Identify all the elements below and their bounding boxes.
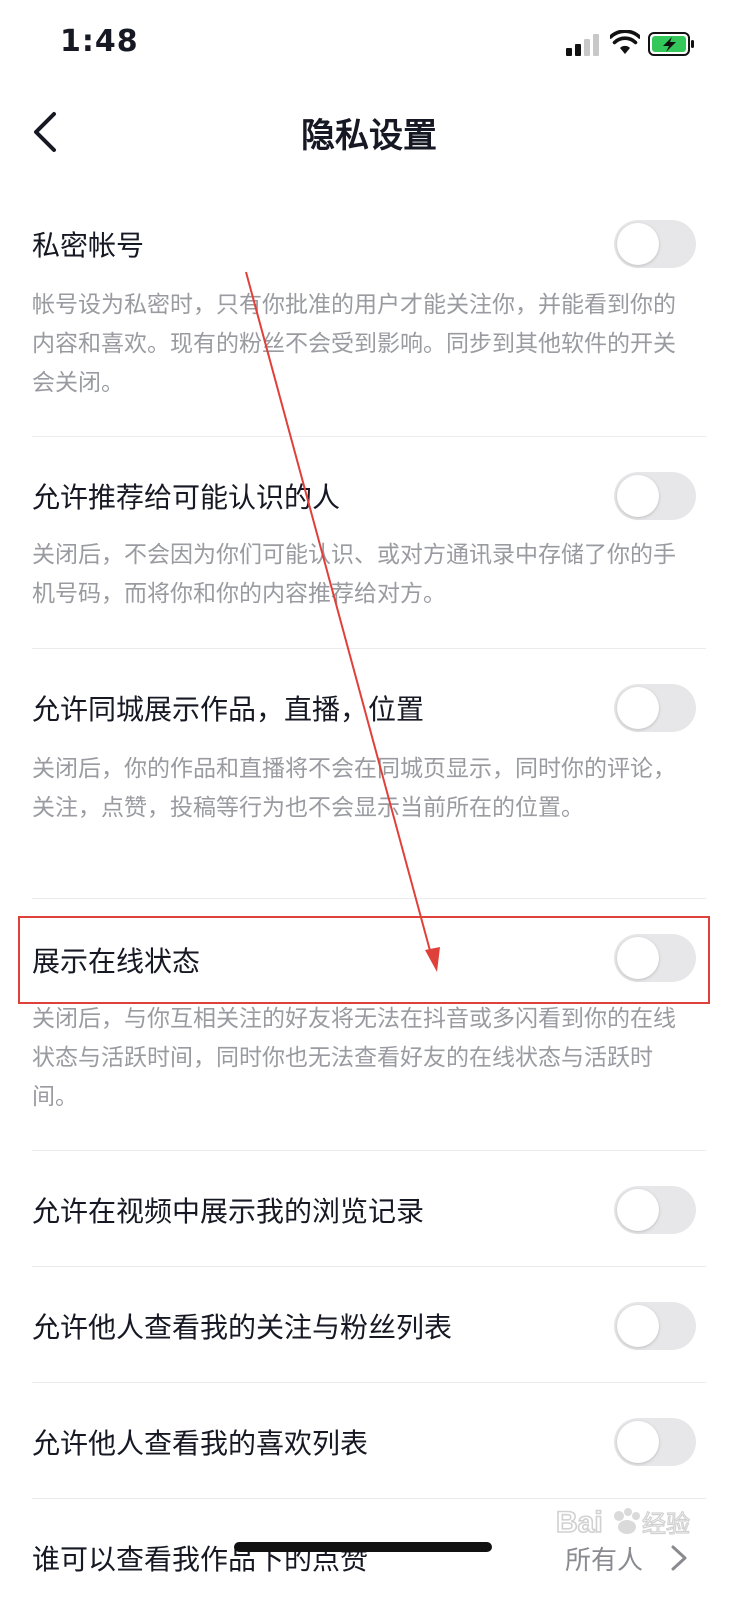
setting-title: 私密帐号: [32, 229, 145, 262]
toggle-knob: [617, 1305, 659, 1347]
toggle-knob: [617, 1421, 659, 1463]
toggle-knob: [617, 223, 659, 265]
setting-title: 允许他人查看我的关注与粉丝列表: [32, 1311, 453, 1344]
svg-text:Bai: Bai: [556, 1506, 603, 1539]
nav-bar: 隐私设置: [0, 92, 738, 172]
battery-charging-icon: [648, 32, 694, 56]
toggle-knob: [617, 687, 659, 729]
home-indicator: [234, 1542, 492, 1552]
divider: [32, 1150, 706, 1151]
divider: [32, 1382, 706, 1383]
wifi-icon: [610, 30, 640, 54]
setting-description: 帐号设为私密时，只有你批准的用户才能关注你，并能看到你的内容和喜欢。现有的粉丝不…: [32, 292, 676, 396]
private-account-toggle[interactable]: [614, 220, 696, 268]
divider: [32, 1266, 706, 1267]
recommend-to-acquaintances-toggle[interactable]: [614, 472, 696, 520]
chevron-right-icon: [671, 1545, 687, 1571]
browsing-history-toggle[interactable]: [614, 1186, 696, 1234]
setting-title: 允许他人查看我的喜欢列表: [32, 1427, 369, 1460]
cellular-signal-icon: [566, 34, 599, 56]
setting-title: 允许在视频中展示我的浏览记录: [32, 1195, 425, 1228]
baidu-jingyan-watermark-logo: Bai 经验: [556, 1505, 691, 1540]
divider: [32, 898, 706, 899]
page-title: 隐私设置: [301, 116, 437, 156]
setting-title: 允许同城展示作品，直播，位置: [32, 693, 425, 726]
following-list-toggle[interactable]: [614, 1302, 696, 1350]
toggle-knob: [617, 1189, 659, 1231]
divider: [32, 436, 706, 437]
annotation-highlight-box: [18, 916, 710, 1004]
setting-description: 关闭后，你的作品和直播将不会在同城页显示，同时你的评论，关注，点赞，投稿等行为也…: [32, 756, 676, 821]
divider: [32, 648, 706, 649]
toggle-knob: [617, 475, 659, 517]
likes-list-toggle[interactable]: [614, 1418, 696, 1466]
setting-description: 关闭后，与你互相关注的好友将无法在抖音或多闪看到你的在线状态与活跃时间，同时你也…: [32, 1006, 676, 1110]
setting-description: 关闭后，不会因为你们可能认识、或对方通讯录中存储了你的手机号码，而将你和你的内容…: [32, 542, 676, 607]
setting-title: 允许推荐给可能认识的人: [32, 481, 341, 514]
nearby-display-toggle[interactable]: [614, 684, 696, 732]
status-bar: 1:48: [0, 0, 738, 92]
svg-text:经验: 经验: [642, 1511, 690, 1538]
status-time: 1:48: [60, 24, 139, 59]
